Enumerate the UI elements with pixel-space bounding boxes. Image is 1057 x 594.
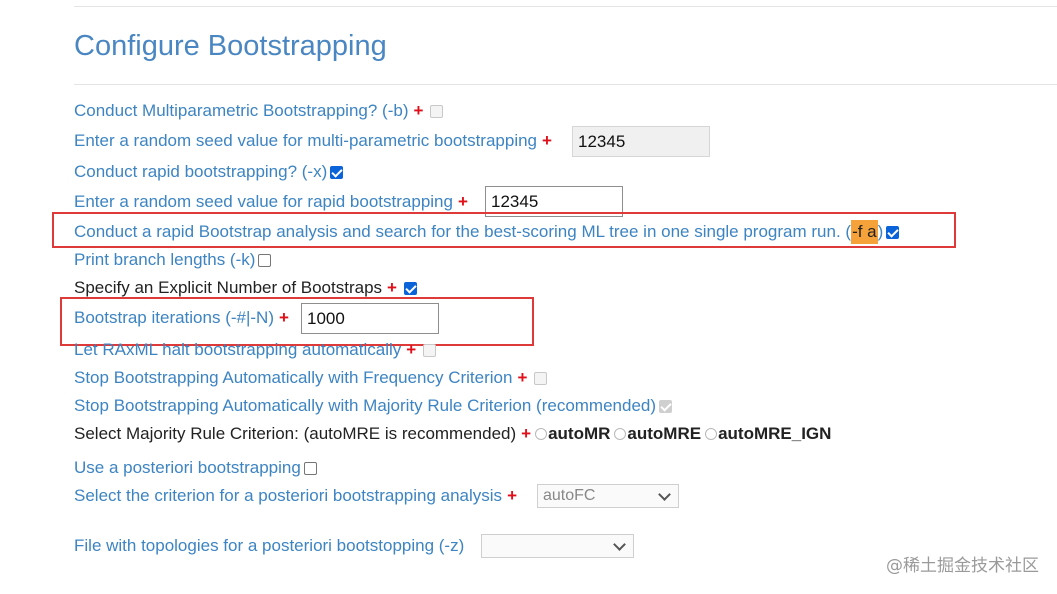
majority-checkbox[interactable] [659, 399, 673, 413]
chevron-down-icon [658, 488, 671, 501]
required-mark: + [457, 192, 468, 211]
branch-length-label: Print branch lengths (-k) [74, 250, 256, 269]
posteriori-row: Use a posteriori bootstrapping [74, 456, 317, 480]
chevron-down-icon [613, 538, 626, 551]
radio-circle [614, 428, 627, 440]
mp-seed-row: Enter a random seed value for multi-para… [74, 129, 556, 153]
rapid-bootstrap-row: Conduct rapid bootstrapping? (-x) [74, 160, 344, 184]
mp-seed-input[interactable] [572, 126, 710, 157]
mp-bootstrap-checkbox[interactable] [430, 104, 444, 118]
mp-seed-label: Enter a random seed value for multi-para… [74, 131, 538, 150]
halt-row: Let RAxML halt bootstrapping automatical… [74, 338, 437, 362]
frequency-label: Stop Bootstrapping Automatically with Fr… [74, 368, 513, 387]
majority-criterion-row: Select Majority Rule Criterion: (autoMRE… [74, 422, 835, 446]
radio-automr-label: autoMR [548, 424, 611, 443]
criterion-row: Select the criterion for a posteriori bo… [74, 484, 521, 508]
halt-checkbox[interactable] [423, 343, 437, 357]
rapid-bootstrap-checkbox[interactable] [330, 165, 344, 179]
radio-circle [705, 428, 718, 440]
rapid-seed-row: Enter a random seed value for rapid boot… [74, 190, 472, 214]
halt-label: Let RAxML halt bootstrapping automatical… [74, 340, 402, 359]
title-divider [74, 84, 1057, 85]
watermark: @稀土掘金技术社区 [886, 556, 1039, 576]
majority-row: Stop Bootstrapping Automatically with Ma… [74, 394, 673, 418]
frequency-row: Stop Bootstrapping Automatically with Fr… [74, 366, 548, 390]
radio-automre-ign-label: autoMRE_IGN [718, 424, 832, 443]
criterion-label: Select the criterion for a posteriori bo… [74, 486, 503, 505]
posteriori-checkbox[interactable] [303, 461, 317, 475]
required-mark: + [507, 486, 517, 505]
required-mark: + [406, 340, 417, 359]
criterion-select-value: autoFC [543, 487, 596, 504]
majority-criterion-label: Select Majority Rule Criterion: (autoMRE… [74, 424, 517, 443]
radio-automre-ign[interactable]: autoMRE_IGN [705, 422, 831, 446]
topologies-row: File with topologies for a posteriori bo… [74, 534, 464, 558]
radio-circle [535, 428, 548, 440]
criterion-select[interactable]: autoFC [537, 484, 679, 508]
topologies-label: File with topologies for a posteriori bo… [74, 536, 465, 555]
branch-length-row: Print branch lengths (-k) [74, 248, 272, 272]
rapid-bootstrap-label: Conduct rapid bootstrapping? (-x) [74, 162, 328, 181]
mp-bootstrap-label: Conduct Multiparametric Bootstrapping? (… [74, 101, 409, 120]
radio-automr[interactable]: autoMR [535, 422, 610, 446]
radio-automre-label: autoMRE [627, 424, 702, 443]
required-mark: + [542, 131, 552, 150]
posteriori-label: Use a posteriori bootstrapping [74, 458, 301, 477]
required-mark: + [517, 368, 528, 387]
mp-bootstrap-row: Conduct Multiparametric Bootstrapping? (… [74, 99, 444, 123]
radio-automre[interactable]: autoMRE [614, 422, 701, 446]
rapid-seed-label: Enter a random seed value for rapid boot… [74, 192, 453, 211]
annotation-box-rapid-ml [52, 212, 956, 248]
frequency-checkbox[interactable] [534, 371, 548, 385]
majority-label: Stop Bootstrapping Automatically with Ma… [74, 396, 657, 415]
required-mark: + [521, 424, 532, 443]
topologies-select[interactable] [481, 534, 634, 558]
explicit-bootstraps-checkbox[interactable] [403, 281, 417, 295]
page-title: Configure Bootstrapping [74, 30, 387, 62]
required-mark: + [413, 101, 424, 120]
top-divider [74, 6, 1057, 7]
branch-length-checkbox[interactable] [258, 253, 272, 267]
